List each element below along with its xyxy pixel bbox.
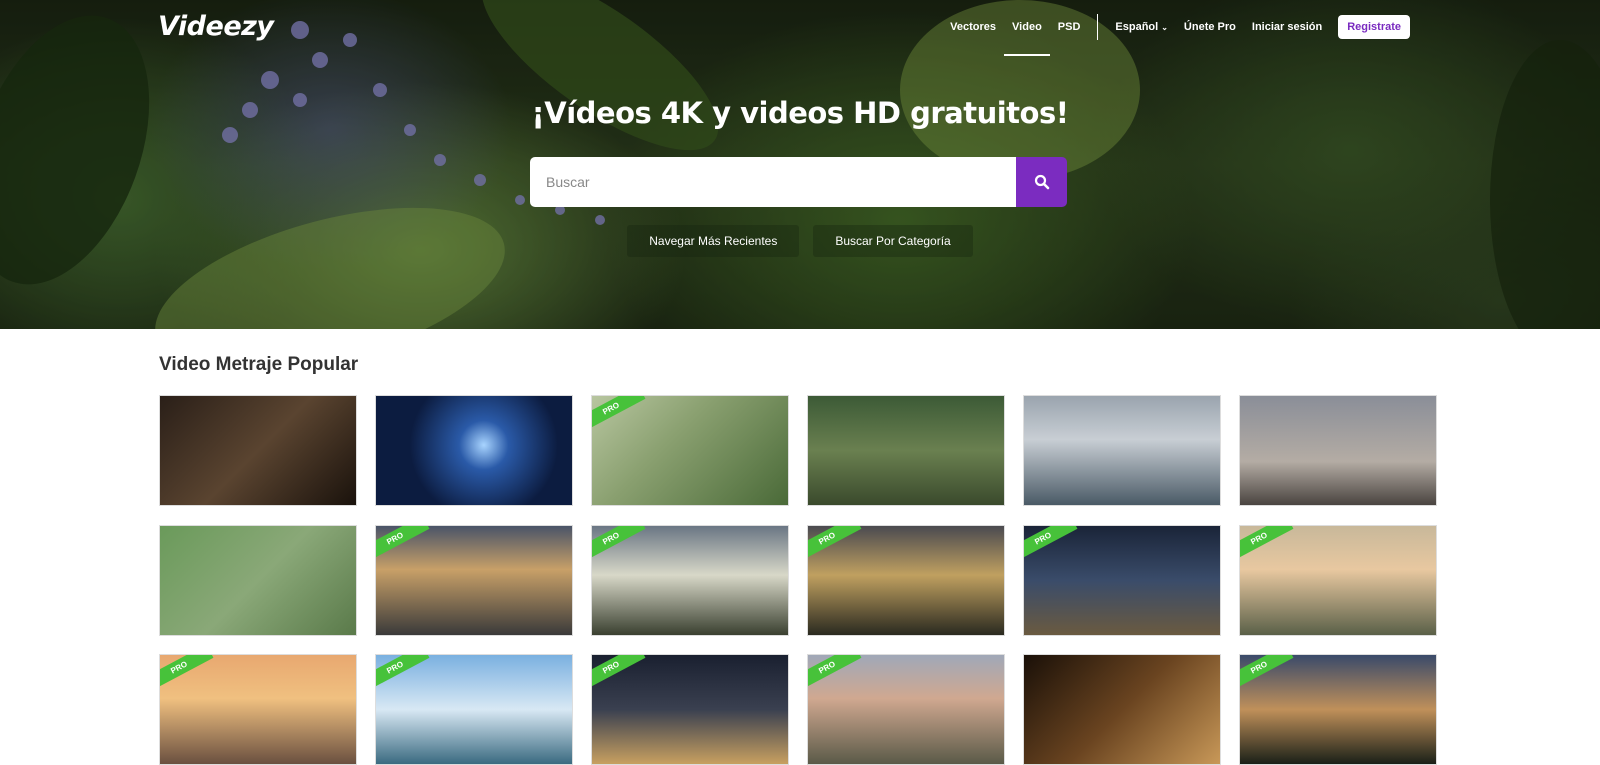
search-input[interactable] — [530, 157, 1016, 207]
pro-badge: PRO — [808, 655, 862, 691]
video-thumbnail[interactable]: PRO — [375, 654, 573, 765]
pro-badge: PRO — [376, 526, 430, 562]
language-dropdown[interactable]: Español ⌄ — [1107, 15, 1176, 39]
register-button[interactable]: Registrate — [1338, 15, 1410, 39]
search-icon — [1034, 174, 1049, 190]
videezy-logo[interactable]: Videezy — [158, 11, 274, 42]
video-thumbnail[interactable]: PRO — [375, 525, 573, 636]
language-label: Español — [1115, 21, 1159, 33]
video-thumbnail[interactable]: PRO — [807, 525, 1005, 636]
pro-badge: PRO — [808, 526, 862, 562]
video-thumbnail[interactable] — [159, 525, 357, 636]
video-thumbnail[interactable]: PRO — [1239, 525, 1437, 636]
browse-category-button[interactable]: Buscar Por Categoría — [813, 225, 973, 257]
pro-badge: PRO — [592, 396, 646, 432]
video-thumbnail[interactable] — [1239, 395, 1437, 506]
browse-recent-button[interactable]: Navegar Más Recientes — [627, 225, 800, 257]
video-thumbnail[interactable] — [1023, 395, 1221, 506]
nav-divider — [1097, 14, 1099, 40]
hero-links: Navegar Más Recientes Buscar Por Categor… — [0, 225, 1600, 257]
pro-badge: PRO — [592, 655, 646, 691]
nav-vectores[interactable]: Vectores — [942, 15, 1004, 39]
pro-badge: PRO — [1240, 655, 1294, 691]
nav-video[interactable]: Video — [1004, 15, 1050, 56]
hero-banner: Videezy Vectores Video PSD Español ⌄ Únet… — [0, 0, 1600, 329]
pro-badge: PRO — [376, 655, 430, 691]
video-thumbnail[interactable] — [159, 395, 357, 506]
section-title: Video Metraje Popular — [159, 354, 359, 375]
hero-title: ¡Vídeos 4K y videos HD gratuitos! — [531, 96, 1069, 130]
login-link[interactable]: Iniciar sesión — [1244, 15, 1330, 39]
video-thumbnail[interactable]: PRO — [159, 654, 357, 765]
video-thumbnail[interactable]: PRO — [591, 654, 789, 765]
search-bar — [530, 157, 1067, 207]
video-thumbnail[interactable]: PRO — [591, 395, 789, 506]
pro-badge: PRO — [160, 655, 214, 691]
video-thumbnail[interactable] — [1023, 654, 1221, 765]
chevron-down-icon: ⌄ — [1161, 23, 1168, 32]
top-navigation: Videezy Vectores Video PSD Español ⌄ Únet… — [0, 0, 1600, 56]
pro-badge: PRO — [1024, 526, 1078, 562]
video-thumbnail[interactable] — [375, 395, 573, 506]
nav-psd[interactable]: PSD — [1050, 15, 1089, 39]
join-pro-link[interactable]: Únete Pro — [1176, 15, 1244, 39]
video-thumbnail[interactable]: PRO — [1239, 654, 1437, 765]
search-button[interactable] — [1016, 157, 1067, 207]
video-thumbnail[interactable]: PRO — [591, 525, 789, 636]
pro-badge: PRO — [592, 526, 646, 562]
video-thumbnail[interactable]: PRO — [807, 654, 1005, 765]
pro-badge: PRO — [1240, 526, 1294, 562]
video-thumbnail[interactable]: PRO — [1023, 525, 1221, 636]
video-thumbnail[interactable] — [807, 395, 1005, 506]
